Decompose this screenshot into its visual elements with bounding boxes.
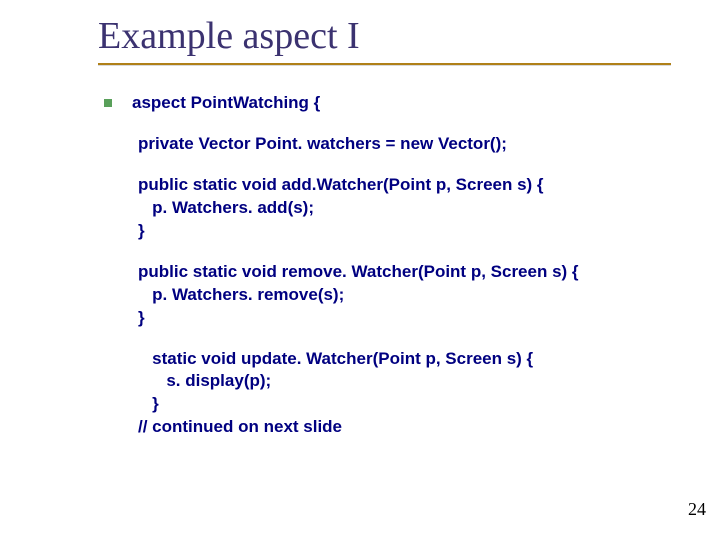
bullet-item: aspect PointWatching { bbox=[104, 92, 664, 115]
code-paragraph-2: public static void add.Watcher(Point p, … bbox=[138, 174, 664, 243]
slide-body: aspect PointWatching { private Vector Po… bbox=[104, 92, 664, 457]
bullet-text: aspect PointWatching { bbox=[132, 92, 320, 115]
slide: Example aspect I aspect PointWatching { … bbox=[0, 0, 720, 540]
square-bullet-icon bbox=[104, 99, 112, 107]
code-paragraph-1: private Vector Point. watchers = new Vec… bbox=[138, 133, 664, 156]
page-number: 24 bbox=[688, 499, 706, 520]
code-paragraph-4: static void update. Watcher(Point p, Scr… bbox=[138, 348, 664, 440]
code-paragraph-3: public static void remove. Watcher(Point… bbox=[138, 261, 664, 330]
title-underline bbox=[98, 63, 671, 65]
slide-title: Example aspect I bbox=[98, 14, 360, 58]
